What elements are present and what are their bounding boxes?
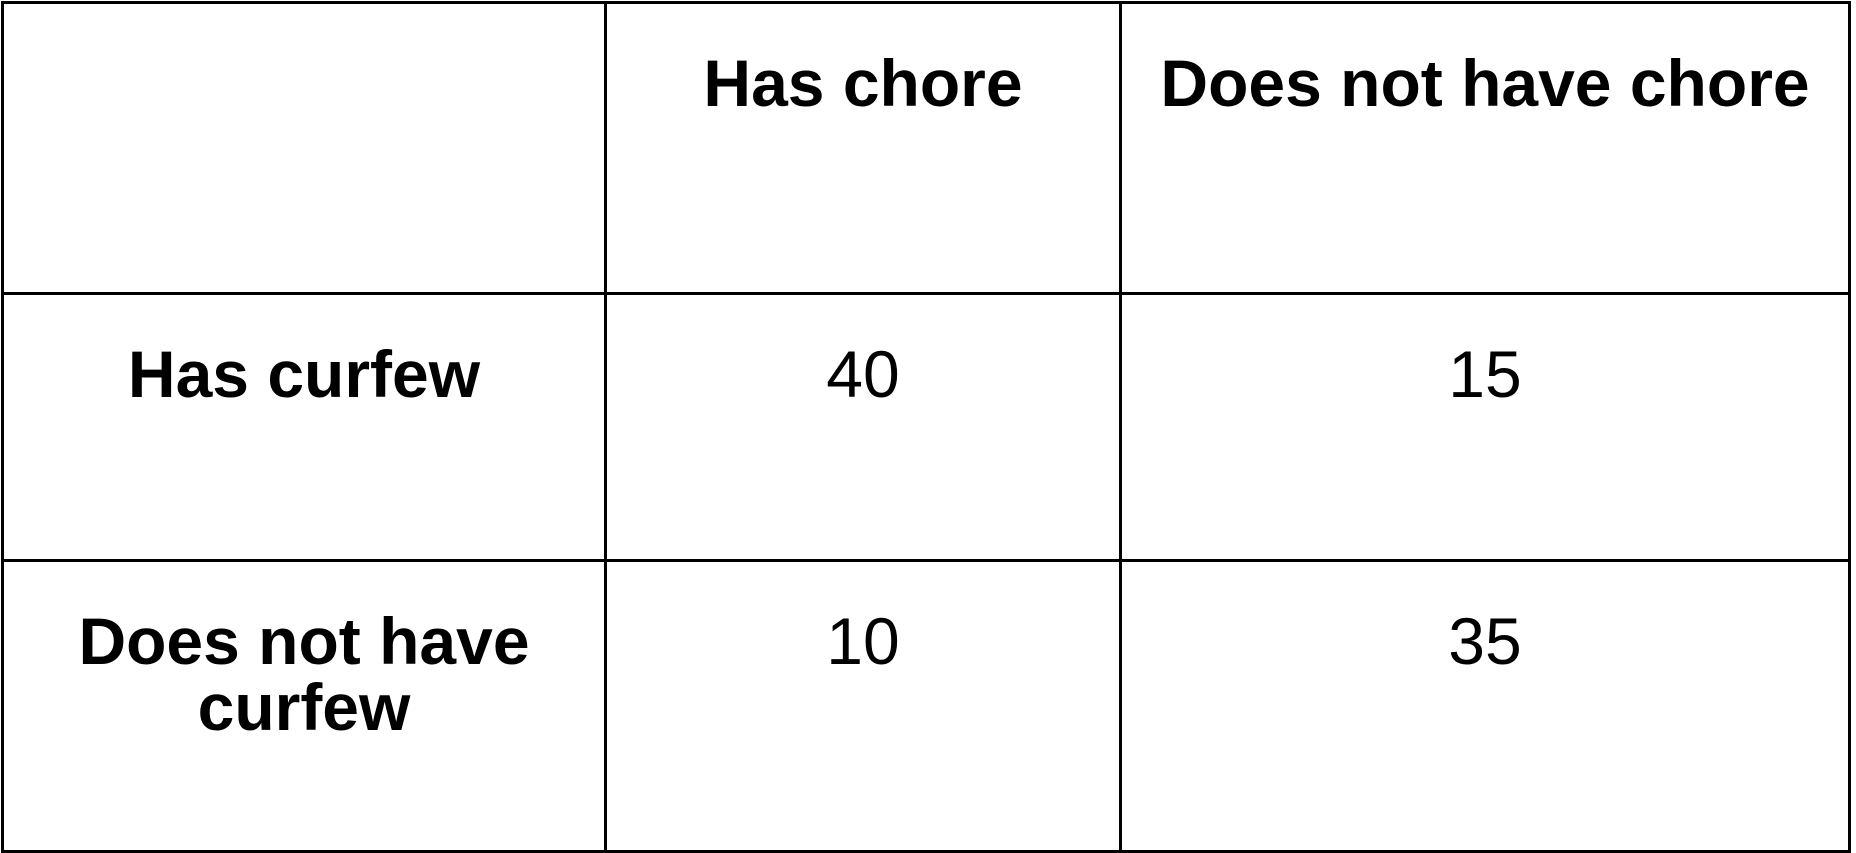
contingency-table: Has chore Does not have chore Has curfew… [1, 1, 1851, 853]
cell-value: 40 [826, 337, 900, 411]
column-header-no-chore: Does not have chore [1119, 1, 1851, 295]
column-header-label: Does not have chore [1160, 46, 1810, 120]
cell-value: 35 [1448, 604, 1522, 678]
table-cell: 15 [1119, 292, 1851, 562]
corner-cell [1, 1, 607, 295]
row-header-label: Has curfew [127, 337, 481, 411]
row-header-no-curfew: Does not have curfew [1, 559, 607, 853]
table-cell: 40 [604, 292, 1122, 562]
column-header-has-chore: Has chore [604, 1, 1122, 295]
row-header-label: Does not have curfew [78, 604, 530, 744]
table-cell: 10 [604, 559, 1122, 853]
table-cell: 35 [1119, 559, 1851, 853]
table-row: Has curfew 40 15 [1, 292, 1851, 562]
table-row: Does not have curfew 10 35 [1, 559, 1851, 853]
column-header-label: Has chore [703, 46, 1023, 120]
cell-value: 15 [1448, 337, 1522, 411]
header-row: Has chore Does not have chore [1, 1, 1851, 295]
row-header-has-curfew: Has curfew [1, 292, 607, 562]
cell-value: 10 [826, 604, 900, 678]
